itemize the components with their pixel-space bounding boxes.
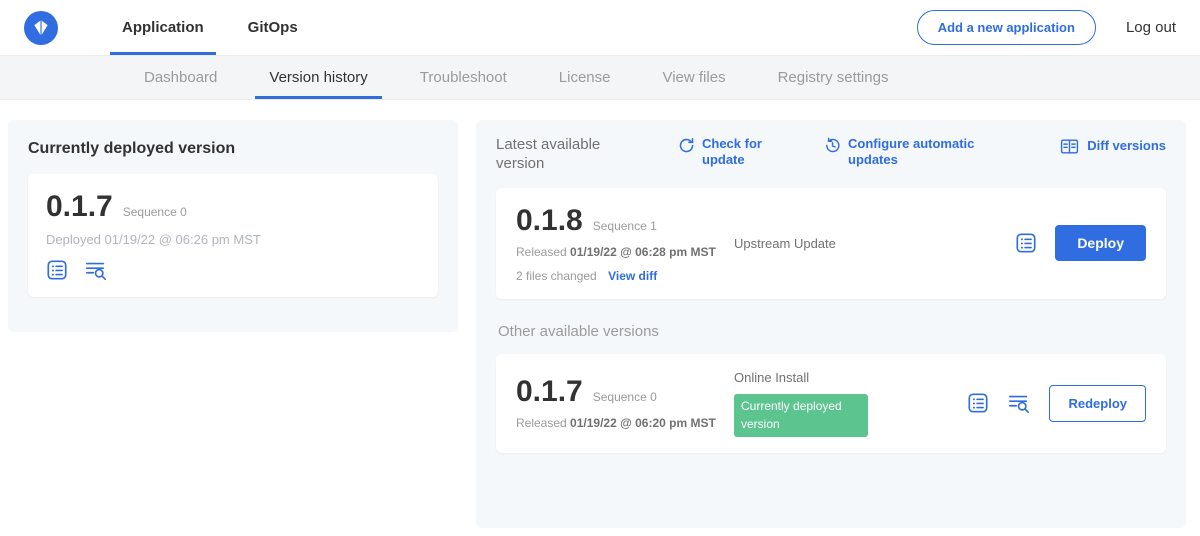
other-version-source: Online Install [734, 370, 967, 385]
nav-tab-gitops[interactable]: GitOps [226, 0, 320, 55]
subnav-tab-troubleshoot-label: Troubleshoot [420, 69, 507, 86]
deployed-version-number: 0.1.7 [46, 190, 113, 224]
subnav-tab-version-history-label: Version history [269, 69, 367, 86]
check-for-update-button[interactable]: Check for update [678, 136, 790, 169]
deployed-version-card: 0.1.7 Sequence 0 Deployed 01/19/22 @ 06:… [28, 174, 438, 297]
deployed-date-text: Deployed 01/19/22 @ 06:26 pm MST [46, 232, 420, 247]
subnav-tab-view-files[interactable]: View files [636, 56, 751, 99]
currently-deployed-title: Currently deployed version [28, 140, 438, 158]
configure-automatic-updates-button[interactable]: Configure automatic updates [824, 136, 1000, 169]
nav-tab-application[interactable]: Application [100, 0, 226, 55]
add-new-application-button[interactable]: Add a new application [917, 10, 1096, 45]
preflight-checks-icon[interactable] [1015, 232, 1037, 254]
subnav-tab-registry-settings-label: Registry settings [778, 69, 889, 86]
currently-deployed-panel: Currently deployed version 0.1.7 Sequenc… [8, 120, 458, 332]
other-version-source-block: Online Install Currently deployed versio… [734, 370, 967, 437]
preflight-checks-icon[interactable] [967, 392, 989, 414]
view-logs-icon[interactable] [1007, 392, 1031, 414]
view-diff-link[interactable]: View diff [608, 269, 657, 283]
subnav-tab-license[interactable]: License [533, 56, 637, 99]
latest-version-number: 0.1.8 [516, 204, 583, 238]
latest-version-source: Upstream Update [734, 236, 1015, 251]
diff-versions-label: Diff versions [1087, 138, 1166, 154]
nav-tab-application-label: Application [122, 19, 204, 36]
navbar-right: Add a new application Log out [917, 0, 1176, 55]
other-available-versions-title: Other available versions [498, 323, 1166, 340]
top-navbar: Application GitOps Add a new application… [0, 0, 1200, 56]
latest-available-panel: Latest available version Check for updat… [476, 120, 1186, 528]
deploy-button[interactable]: Deploy [1055, 225, 1146, 261]
subnav-tab-troubleshoot[interactable]: Troubleshoot [394, 56, 533, 99]
latest-sequence-label: Sequence 1 [593, 219, 657, 233]
latest-version-card: 0.1.8 Sequence 1 Released 01/19/22 @ 06:… [496, 188, 1166, 299]
other-version-number: 0.1.7 [516, 375, 583, 409]
view-logs-icon[interactable] [84, 259, 108, 281]
other-sequence-label: Sequence 0 [593, 390, 657, 404]
subnav-tab-version-history[interactable]: Version history [243, 56, 393, 99]
subnav-tab-dashboard-label: Dashboard [144, 69, 217, 86]
latest-available-header: Latest available version Check for updat… [496, 136, 1166, 174]
diff-versions-button[interactable]: Diff versions [1059, 136, 1166, 156]
nav-tab-gitops-label: GitOps [248, 19, 298, 36]
app-logo-icon [24, 11, 58, 45]
check-for-update-label: Check for update [702, 136, 790, 169]
logo-gem-icon [31, 18, 51, 38]
subnav-tab-license-label: License [559, 69, 611, 86]
main-content: Currently deployed version 0.1.7 Sequenc… [0, 100, 1200, 528]
currently-deployed-badge: Currently deployed version [734, 394, 868, 437]
app-subnav: Dashboard Version history Troubleshoot L… [0, 56, 1200, 100]
other-version-card: 0.1.7 Sequence 0 Released 01/19/22 @ 06:… [496, 354, 1166, 453]
latest-available-title: Latest available version [496, 136, 636, 174]
diff-table-icon [1059, 137, 1080, 156]
other-released-text: Released 01/19/22 @ 06:20 pm MST [516, 415, 716, 432]
files-changed-text: 2 files changed [516, 269, 597, 283]
preflight-checks-icon[interactable] [46, 259, 68, 281]
logout-link[interactable]: Log out [1126, 19, 1176, 36]
subnav-tab-registry-settings[interactable]: Registry settings [752, 56, 915, 99]
subnav-tab-dashboard[interactable]: Dashboard [118, 56, 243, 99]
configure-automatic-updates-label: Configure automatic updates [848, 136, 1000, 169]
schedule-clock-icon [824, 137, 841, 154]
deployed-sequence-label: Sequence 0 [123, 205, 187, 219]
subnav-tab-view-files-label: View files [662, 69, 725, 86]
refresh-icon [678, 137, 695, 154]
redeploy-button[interactable]: Redeploy [1049, 385, 1146, 422]
latest-released-text: Released 01/19/22 @ 06:28 pm MST [516, 244, 716, 261]
